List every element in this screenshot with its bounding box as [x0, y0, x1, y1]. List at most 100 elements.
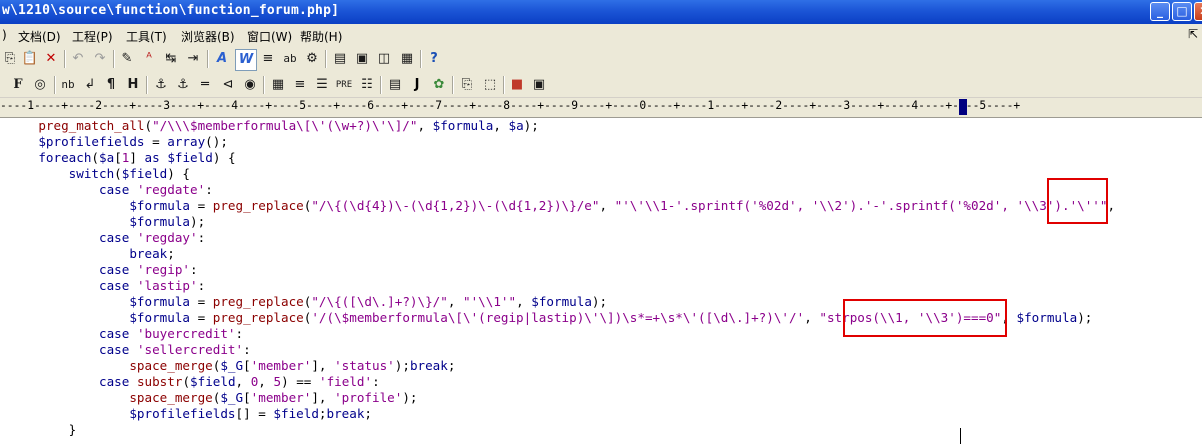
code-token: "'\'\\1-'.sprintf('%02d', '\\2').'-'.spr… — [614, 198, 1108, 213]
menu-item-project[interactable]: 工程(P) — [72, 28, 113, 45]
code-line[interactable]: case 'lastip': — [8, 278, 205, 294]
center-icon[interactable]: ≡ — [290, 75, 310, 95]
word-wrap-icon[interactable]: W — [235, 49, 257, 71]
anchor-target-icon[interactable]: ⚓ — [151, 75, 171, 95]
image-icon[interactable]: ◉ — [240, 75, 260, 95]
code-token: $a — [508, 118, 524, 133]
code-token: , — [417, 118, 433, 133]
code-token: case — [99, 374, 130, 389]
code-token: ) == — [281, 374, 319, 389]
javascript-icon[interactable]: J — [407, 75, 427, 95]
horizontal-rule-icon[interactable]: ═ — [195, 75, 215, 95]
case-icon[interactable]: ↹ — [161, 49, 181, 69]
code-token: case — [99, 182, 130, 197]
code-token: ); — [523, 118, 539, 133]
align-icon[interactable]: ☰ — [312, 75, 332, 95]
menu-item-help[interactable]: 帮助(H) — [300, 28, 342, 45]
maximize-button[interactable]: □ — [1172, 2, 1192, 21]
code-line[interactable]: $formula = preg_replace("/\{(\d{4})\-(\d… — [8, 198, 1115, 214]
code-line[interactable]: space_merge($_G['member'], 'profile'); — [8, 390, 417, 406]
code-line[interactable]: } — [8, 422, 77, 438]
font-icon[interactable]: A — [212, 49, 232, 69]
code-token: 'regday' — [136, 230, 198, 245]
code-line[interactable]: case 'regday': — [8, 230, 205, 246]
color-picker-icon[interactable]: ■ — [507, 75, 527, 95]
wrap-lines-icon[interactable]: ≡ — [258, 49, 278, 69]
layout-icon[interactable]: ▣ — [529, 75, 549, 95]
toolbar-separator — [420, 50, 421, 68]
code-line[interactable]: $formula); — [8, 214, 205, 230]
ruler-scale: ----1----+----2----+----3----+----4----+… — [0, 99, 1021, 112]
tag-icon[interactable]: ⎘ — [457, 75, 477, 95]
code-token: : — [243, 342, 251, 357]
menu-item-document[interactable]: 文档(D) — [18, 28, 61, 45]
code-token: : — [197, 230, 206, 245]
code-editor[interactable]: preg_match_all("/\\\$memberformula\[\'(\… — [0, 118, 1202, 444]
code-token: $field — [273, 406, 319, 421]
code-line[interactable]: break; — [8, 246, 175, 262]
document-list-icon[interactable]: ▤ — [330, 49, 350, 69]
menu-item-leading[interactable]: ) — [2, 28, 7, 42]
anchor-icon[interactable]: ⚓ — [173, 75, 193, 95]
code-token: break — [129, 246, 168, 261]
code-token: case — [99, 342, 130, 357]
paste-icon[interactable]: 📋 — [20, 49, 40, 69]
code-line[interactable]: space_merge($_G['member'], 'status');bre… — [8, 358, 455, 374]
menu-item-window[interactable]: 窗口(W) — [247, 28, 292, 45]
code-line[interactable]: case 'sellercredit': — [8, 342, 251, 358]
list-icon[interactable]: ☷ — [357, 75, 377, 95]
code-token: ], — [311, 358, 335, 373]
tile-icon[interactable]: ◫ — [374, 49, 394, 69]
code-token: $formula — [1016, 310, 1078, 325]
menu-item-browser[interactable]: 浏览器(B) — [181, 28, 235, 45]
replace-icon[interactable]: ᴬ — [139, 49, 159, 69]
nbsp-icon[interactable]: nb — [58, 75, 78, 95]
output-window-icon[interactable]: ▣ — [352, 49, 372, 69]
help-icon[interactable]: ? — [424, 49, 444, 69]
menu-restore-icon[interactable]: ⇱ — [1188, 27, 1198, 41]
indent-icon[interactable]: ⇥ — [183, 49, 203, 69]
code-line[interactable]: preg_match_all("/\\\$memberformula\[\'(\… — [8, 118, 539, 134]
abc-icon[interactable]: ab — [280, 49, 300, 69]
settings-icon[interactable]: ⚙ — [302, 49, 322, 69]
pre-icon[interactable]: PRE — [334, 75, 354, 95]
code-line[interactable]: case substr($field, 0, 5) == 'field': — [8, 374, 380, 390]
menu-item-tools[interactable]: 工具(T) — [126, 28, 167, 45]
minimize-button[interactable]: _ — [1150, 2, 1170, 21]
comment-icon[interactable]: ⊲ — [218, 75, 238, 95]
find-icon[interactable]: ✎ — [117, 49, 137, 69]
paragraph-icon[interactable]: ¶ — [101, 75, 121, 95]
code-token: space_merge — [129, 390, 213, 405]
undo-icon[interactable]: ↶ — [68, 49, 88, 69]
close-button[interactable]: ✕ — [1194, 2, 1202, 21]
code-line[interactable]: $formula = preg_replace("/\{([\d\.]+?)\}… — [8, 294, 607, 310]
code-line[interactable]: case 'regip': — [8, 262, 198, 278]
code-token: : — [205, 182, 213, 197]
heading-icon[interactable]: H — [123, 75, 143, 95]
code-token: '/(\$memberformula\[\'(regip|lastip)\'\]… — [311, 310, 805, 325]
code-line[interactable]: foreach($a[1] as $field) { — [8, 150, 235, 166]
browser-preview-icon[interactable]: ⬚ — [480, 75, 500, 95]
standard-toolbar: ⎘ 📋 ✕ ↶ ↷ ✎ ᴬ ↹ ⇥ A W ≡ ab ⚙ ▤ ▣ ◫ ▦ ? — [0, 46, 1202, 73]
font-tag-icon[interactable]: F — [8, 75, 28, 95]
code-line[interactable]: case 'regdate': — [8, 182, 213, 198]
redo-icon[interactable]: ↷ — [90, 49, 110, 69]
line-break-icon[interactable]: ↲ — [80, 75, 100, 95]
copy-icon[interactable]: ⎘ — [0, 49, 20, 69]
code-line[interactable]: $profilefields = array(); — [8, 134, 228, 150]
code-token: $field — [167, 150, 213, 165]
color-icon[interactable]: ◎ — [30, 75, 50, 95]
code-line[interactable]: case 'buyercredit': — [8, 326, 243, 342]
delete-icon[interactable]: ✕ — [41, 49, 61, 69]
table-icon[interactable]: ▦ — [268, 75, 288, 95]
form-icon[interactable]: ▤ — [385, 75, 405, 95]
css-icon[interactable]: ✿ — [429, 75, 449, 95]
window-list-icon[interactable]: ▦ — [397, 49, 417, 69]
code-line[interactable]: $profilefields[] = $field;break; — [8, 406, 372, 422]
code-line[interactable]: switch($field) { — [8, 166, 190, 182]
